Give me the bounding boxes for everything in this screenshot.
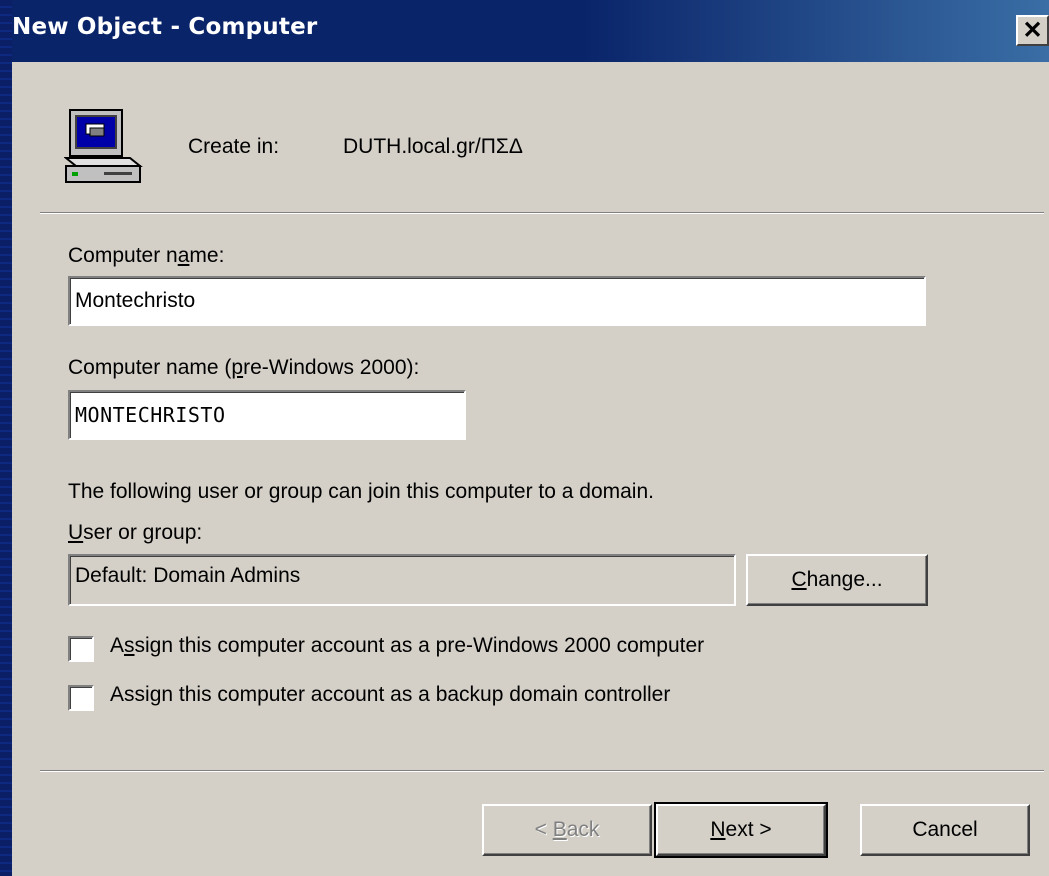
change-button-label: Change... (791, 568, 883, 591)
header-divider (40, 212, 1044, 214)
new-object-computer-dialog: New Object - Computer ✕ Create in: DUTH.… (12, 0, 1049, 876)
close-button[interactable]: ✕ (1016, 15, 1049, 46)
change-button[interactable]: Change... (746, 554, 928, 606)
computer-icon (64, 109, 143, 183)
title-bar[interactable]: New Object - Computer ✕ (12, 0, 1049, 62)
next-button-label: Next > (710, 818, 772, 841)
desktop-background (0, 0, 12, 876)
create-in-value: DUTH.local.gr/ΠΣΔ (343, 135, 523, 158)
user-group-field: Default: Domain Admins (68, 554, 736, 606)
footer-divider (40, 770, 1044, 772)
bdc-checkbox-label: Assign this computer account as a backup… (110, 683, 671, 706)
pre2000-name-label: Computer name (pre-Windows 2000): (68, 356, 420, 379)
pre2000-name-input[interactable]: MONTECHRISTO (68, 390, 466, 440)
next-button[interactable]: Next > (654, 802, 828, 858)
close-icon: ✕ (1022, 16, 1043, 44)
pre2000-checkbox[interactable] (68, 636, 94, 662)
computer-name-label: Computer name: (68, 244, 225, 267)
computer-name-input[interactable]: Montechristo (68, 276, 926, 326)
back-button[interactable]: < Back (482, 804, 652, 856)
user-group-label: User or group: (68, 521, 203, 544)
create-in-label: Create in: (188, 135, 280, 158)
cancel-button[interactable]: Cancel (860, 804, 1030, 856)
bdc-checkbox[interactable] (68, 685, 94, 711)
join-info-text: The following user or group can join thi… (68, 480, 654, 503)
pre2000-checkbox-label: Assign this computer account as a pre-Wi… (110, 634, 705, 657)
window-title: New Object - Computer (12, 14, 318, 40)
back-button-label: < Back (534, 818, 600, 841)
